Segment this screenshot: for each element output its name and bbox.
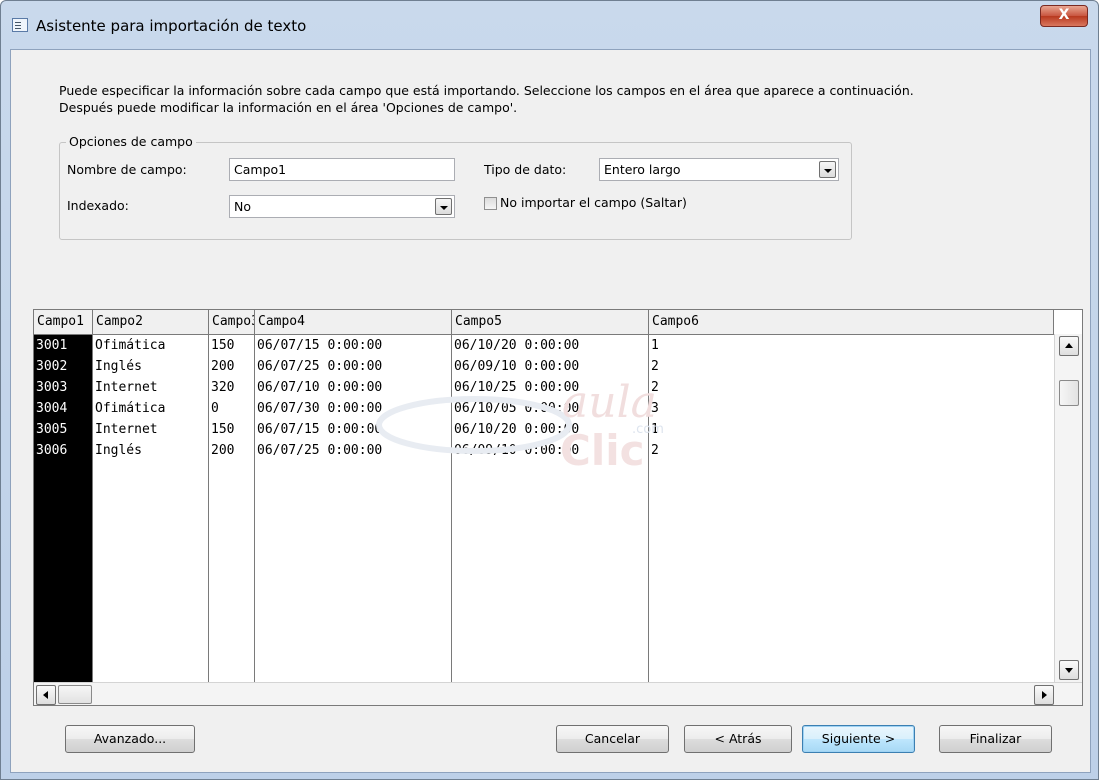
table-cell: Inglés [95,443,142,458]
wizard-window: Asistente para importación de texto X Pu… [0,0,1099,780]
scroll-left-icon[interactable] [36,685,56,705]
field-name-input[interactable]: Campo1 [229,158,455,181]
table-cell: 06/07/15 0:00:00 [257,422,383,437]
table-cell: 1 [651,422,659,437]
table-cell: Ofimática [95,338,166,353]
table-cell: Internet [95,422,158,437]
indexed-label: Indexado: [67,198,129,213]
indexed-value: No [234,199,251,214]
vertical-scrollbar[interactable] [1054,334,1082,682]
table-cell: 06/07/30 0:00:00 [257,401,383,416]
column-header[interactable]: Campo1 [34,310,93,334]
cancel-button[interactable]: Cancelar [556,725,669,753]
table-cell: 06/07/25 0:00:00 [257,359,383,374]
next-button[interactable]: Siguiente > [802,725,915,753]
grid-column[interactable]: 06/07/15 0:00:00 06/07/25 0:00:00 06/07/… [255,335,452,682]
table-cell: 06/10/20 0:00:00 [454,338,580,353]
table-cell: Internet [95,380,158,395]
skip-field-label[interactable]: No importar el campo (Saltar) [500,195,687,210]
table-cell: 06/09/10 0:00:00 [454,443,580,458]
grid-column-selected[interactable]: 3001 3002 3003 3004 3005 3006 [34,335,93,682]
grid-column[interactable]: 1 2 2 3 1 2 [649,335,1054,682]
horizontal-scrollbar[interactable] [34,682,1082,705]
skip-field-checkbox[interactable] [484,197,497,210]
close-button[interactable]: X [1040,5,1088,27]
table-cell: 1 [651,338,659,353]
table-cell: 3 [651,401,659,416]
back-button[interactable]: < Atrás [684,725,792,753]
indexed-select[interactable]: No [229,195,455,218]
table-cell: 0 [211,401,219,416]
grid-column[interactable]: 150 200 320 0 150 200 [209,335,255,682]
column-header[interactable]: Campo2 [93,310,209,334]
table-cell: 320 [211,380,235,395]
table-cell: 06/07/15 0:00:00 [257,338,383,353]
chevron-down-icon[interactable] [819,161,836,178]
table-cell: Ofimática [95,401,166,416]
vertical-scroll-thumb[interactable] [1059,380,1079,406]
column-header[interactable]: Campo3 [209,310,255,334]
table-cell: 3004 [36,401,68,416]
scroll-up-icon[interactable] [1059,336,1079,356]
table-cell: 2 [651,380,659,395]
instructions-text: Puede especificar la información sobre c… [59,83,914,115]
table-cell: 06/07/25 0:00:00 [257,443,383,458]
scroll-down-icon[interactable] [1059,660,1079,680]
grid-column[interactable]: 06/10/20 0:00:00 06/09/10 0:00:00 06/10/… [452,335,649,682]
column-header[interactable]: Campo6 [649,310,1054,334]
grid-header-row: Campo1 Campo2 Campo3 Campo4 Campo5 Campo… [34,310,1054,335]
advanced-button[interactable]: Avanzado... [65,725,195,753]
table-cell: 3006 [36,443,68,458]
table-cell: 06/10/05 0:00:00 [454,401,580,416]
data-preview-grid: Campo1 Campo2 Campo3 Campo4 Campo5 Campo… [33,309,1083,706]
wizard-body: Puede especificar la información sobre c… [10,49,1091,773]
table-cell: 3005 [36,422,68,437]
chevron-down-icon[interactable] [435,198,452,215]
title-bar: Asistente para importación de texto X [1,1,1098,49]
column-header[interactable]: Campo4 [255,310,452,334]
table-cell: 3001 [36,338,68,353]
table-cell: 2 [651,359,659,374]
grid-column[interactable]: Ofimática Inglés Internet Ofimática Inte… [93,335,209,682]
data-type-select[interactable]: Entero largo [599,158,839,181]
table-cell: 06/10/25 0:00:00 [454,380,580,395]
table-cell: 150 [211,422,235,437]
table-cell: 3003 [36,380,68,395]
table-cell: 06/07/10 0:00:00 [257,380,383,395]
table-cell: 2 [651,443,659,458]
table-cell: 200 [211,359,235,374]
field-name-label: Nombre de campo: [67,162,187,177]
column-header[interactable]: Campo5 [452,310,649,334]
table-cell: 3002 [36,359,68,374]
data-type-label: Tipo de dato: [484,162,567,177]
scroll-right-icon[interactable] [1034,685,1054,705]
field-options-legend: Opciones de campo [66,134,196,149]
table-cell: 200 [211,443,235,458]
table-cell: 150 [211,338,235,353]
window-title: Asistente para importación de texto [36,17,307,35]
text-import-app-icon [12,18,28,32]
table-cell: 06/09/10 0:00:00 [454,359,580,374]
data-type-value: Entero largo [604,162,681,177]
table-cell: 06/10/20 0:00:00 [454,422,580,437]
finish-button[interactable]: Finalizar [939,725,1052,753]
field-options-group [59,142,852,240]
horizontal-scroll-thumb[interactable] [58,685,92,704]
table-cell: Inglés [95,359,142,374]
